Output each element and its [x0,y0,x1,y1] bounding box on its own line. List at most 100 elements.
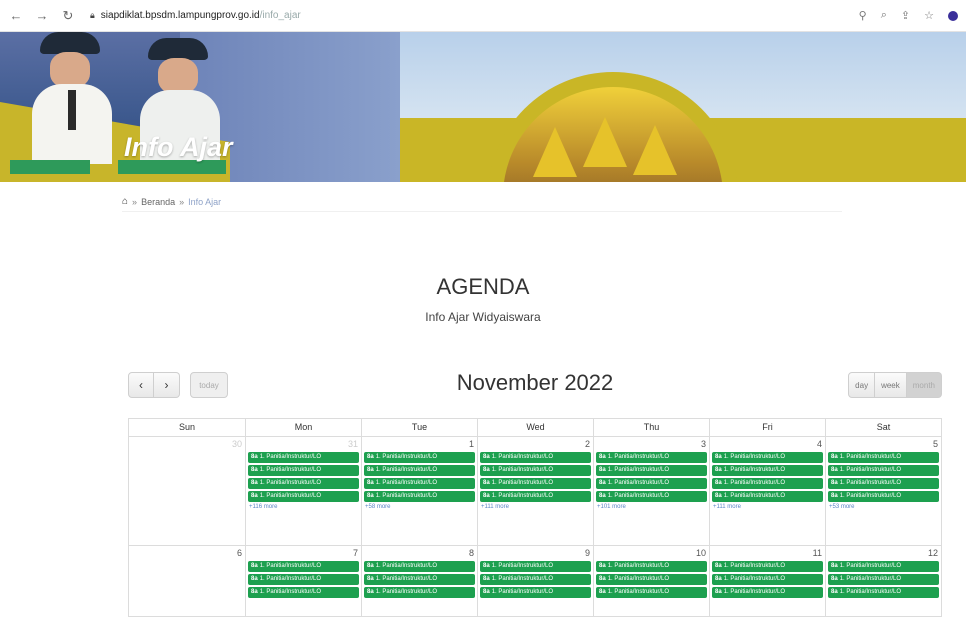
event-time: 8a [831,589,838,595]
more-events-link[interactable]: +111 more [713,504,825,510]
view-month-button[interactable]: month [906,372,942,398]
calendar-day-cell[interactable]: 1 8a 1. Panitia/Instruktur/LO 8a 1. Panitia/… [361,437,477,545]
day-number[interactable]: 1 [469,439,474,449]
day-number[interactable]: 2 [585,439,590,449]
today-button[interactable]: today [190,372,228,398]
day-number[interactable]: 4 [817,439,822,449]
calendar-event[interactable]: 8a 1. Panitia/Instruktur/LO [712,465,823,476]
share-icon[interactable]: ⇪ [901,9,910,22]
calendar-day-cell[interactable]: 30 [129,437,245,545]
day-number[interactable]: 10 [696,548,706,558]
day-number[interactable]: 30 [232,439,242,449]
forward-arrow-icon[interactable]: → [34,8,50,24]
calendar-day-cell[interactable]: 4 8a 1. Panitia/Instruktur/LO 8a 1. Panitia/… [709,437,825,545]
prev-month-button[interactable]: ‹ [128,372,154,398]
day-number[interactable]: 7 [353,548,358,558]
next-month-button[interactable]: › [154,372,180,398]
back-arrow-icon[interactable]: ← [8,8,24,24]
zoom-icon[interactable]: ⌕ [881,9,887,22]
calendar-event[interactable]: 8a 1. Panitia/Instruktur/LO [596,452,707,463]
calendar-event[interactable]: 8a 1. Panitia/Instruktur/LO [248,491,359,502]
view-day-button[interactable]: day [848,372,876,398]
star-icon[interactable]: ☆ [924,9,934,22]
calendar-event[interactable]: 8a 1. Panitia/Instruktur/LO [596,561,707,572]
calendar-event[interactable]: 8a 1. Panitia/Instruktur/LO [364,587,475,598]
calendar-event[interactable]: 8a 1. Panitia/Instruktur/LO [596,478,707,489]
day-number[interactable]: 11 [813,548,822,558]
calendar-event[interactable]: 8a 1. Panitia/Instruktur/LO [828,587,939,598]
calendar-event[interactable]: 8a 1. Panitia/Instruktur/LO [596,587,707,598]
calendar-event[interactable]: 8a 1. Panitia/Instruktur/LO [828,574,939,585]
event-time: 8a [483,467,490,473]
calendar-event[interactable]: 8a 1. Panitia/Instruktur/LO [712,587,823,598]
calendar-event[interactable]: 8a 1. Panitia/Instruktur/LO [364,452,475,463]
view-week-button[interactable]: week [875,372,907,398]
event-title: 1. Panitia/Instruktur/LO [839,467,902,473]
calendar-event[interactable]: 8a 1. Panitia/Instruktur/LO [480,574,591,585]
event-title: 1. Panitia/Instruktur/LO [491,467,554,473]
calendar-day-cell[interactable]: 5 8a 1. Panitia/Instruktur/LO 8a 1. Panitia/… [825,437,941,545]
day-number[interactable]: 3 [701,439,706,449]
calendar-event[interactable]: 8a 1. Panitia/Instruktur/LO [712,574,823,585]
calendar-event[interactable]: 8a 1. Panitia/Instruktur/LO [364,561,475,572]
calendar-event[interactable]: 8a 1. Panitia/Instruktur/LO [828,465,939,476]
banner-title: Info Ajar [124,132,233,162]
reload-icon[interactable]: ↻ [60,8,76,24]
event-time: 8a [483,589,490,595]
calendar-event[interactable]: 8a 1. Panitia/Instruktur/LO [596,574,707,585]
calendar-event[interactable]: 8a 1. Panitia/Instruktur/LO [712,491,823,502]
calendar-event[interactable]: 8a 1. Panitia/Instruktur/LO [364,574,475,585]
chevron-left-icon: ‹ [139,378,143,392]
day-number[interactable]: 9 [585,548,590,558]
day-number[interactable]: 6 [237,548,242,558]
event-title: 1. Panitia/Instruktur/LO [723,454,786,460]
more-events-link[interactable]: +116 more [249,504,361,510]
calendar-day-cell[interactable]: 3 8a 1. Panitia/Instruktur/LO 8a 1. Panitia/… [593,437,709,545]
calendar-event[interactable]: 8a 1. Panitia/Instruktur/LO [480,491,591,502]
event-time: 8a [367,563,374,569]
breadcrumb-home-link[interactable]: Beranda [141,197,175,207]
calendar-event[interactable]: 8a 1. Panitia/Instruktur/LO [712,478,823,489]
calendar-event[interactable]: 8a 1. Panitia/Instruktur/LO [248,587,359,598]
address-bar[interactable]: 🔒︎ siapdiklat.bpsdm.lampungprov.go.id/in… [86,5,849,27]
calendar-event[interactable]: 8a 1. Panitia/Instruktur/LO [480,561,591,572]
calendar-event[interactable]: 8a 1. Panitia/Instruktur/LO [712,561,823,572]
calendar-event[interactable]: 8a 1. Panitia/Instruktur/LO [248,478,359,489]
calendar-event[interactable]: 8a 1. Panitia/Instruktur/LO [364,478,475,489]
calendar-event[interactable]: 8a 1. Panitia/Instruktur/LO [828,478,939,489]
calendar-event[interactable]: 8a 1. Panitia/Instruktur/LO [480,478,591,489]
calendar-event[interactable]: 8a 1. Panitia/Instruktur/LO [828,491,939,502]
more-events-link[interactable]: +53 more [829,504,941,510]
calendar-event[interactable]: 8a 1. Panitia/Instruktur/LO [480,452,591,463]
calendar-event[interactable]: 8a 1. Panitia/Instruktur/LO [480,587,591,598]
calendar-event[interactable]: 8a 1. Panitia/Instruktur/LO [248,574,359,585]
event-time: 8a [367,493,374,499]
governor-caption-tag [10,160,90,174]
day-number[interactable]: 31 [348,439,358,449]
calendar-day-cell[interactable]: 2 8a 1. Panitia/Instruktur/LO 8a 1. Panitia/… [477,437,593,545]
calendar-event[interactable]: 8a 1. Panitia/Instruktur/LO [596,465,707,476]
calendar-event[interactable]: 8a 1. Panitia/Instruktur/LO [828,452,939,463]
calendar-event[interactable]: 8a 1. Panitia/Instruktur/LO [712,452,823,463]
event-title: 1. Panitia/Instruktur/LO [259,563,322,569]
day-number[interactable]: 12 [928,548,938,558]
extension-icon[interactable] [948,10,958,21]
day-number[interactable]: 5 [933,439,938,449]
calendar-event[interactable]: 8a 1. Panitia/Instruktur/LO [596,491,707,502]
calendar-event[interactable]: 8a 1. Panitia/Instruktur/LO [480,465,591,476]
event-title: 1. Panitia/Instruktur/LO [375,454,438,460]
more-events-link[interactable]: +58 more [365,504,477,510]
calendar-event[interactable]: 8a 1. Panitia/Instruktur/LO [364,491,475,502]
calendar-event[interactable]: 8a 1. Panitia/Instruktur/LO [248,465,359,476]
more-events-link[interactable]: +101 more [597,504,709,510]
event-time: 8a [715,493,722,499]
calendar-event[interactable]: 8a 1. Panitia/Instruktur/LO [364,465,475,476]
calendar-event[interactable]: 8a 1. Panitia/Instruktur/LO [248,561,359,572]
calendar-event[interactable]: 8a 1. Panitia/Instruktur/LO [828,561,939,572]
key-icon[interactable]: ⚲ [859,9,867,22]
calendar-day-cell[interactable]: 31 8a 1. Panitia/Instruktur/LO 8a 1. Panitia… [245,437,361,545]
more-events-link[interactable]: +111 more [481,504,593,510]
day-number[interactable]: 8 [469,548,474,558]
home-icon[interactable]: ⌂ [122,196,128,207]
calendar-event[interactable]: 8a 1. Panitia/Instruktur/LO [248,452,359,463]
